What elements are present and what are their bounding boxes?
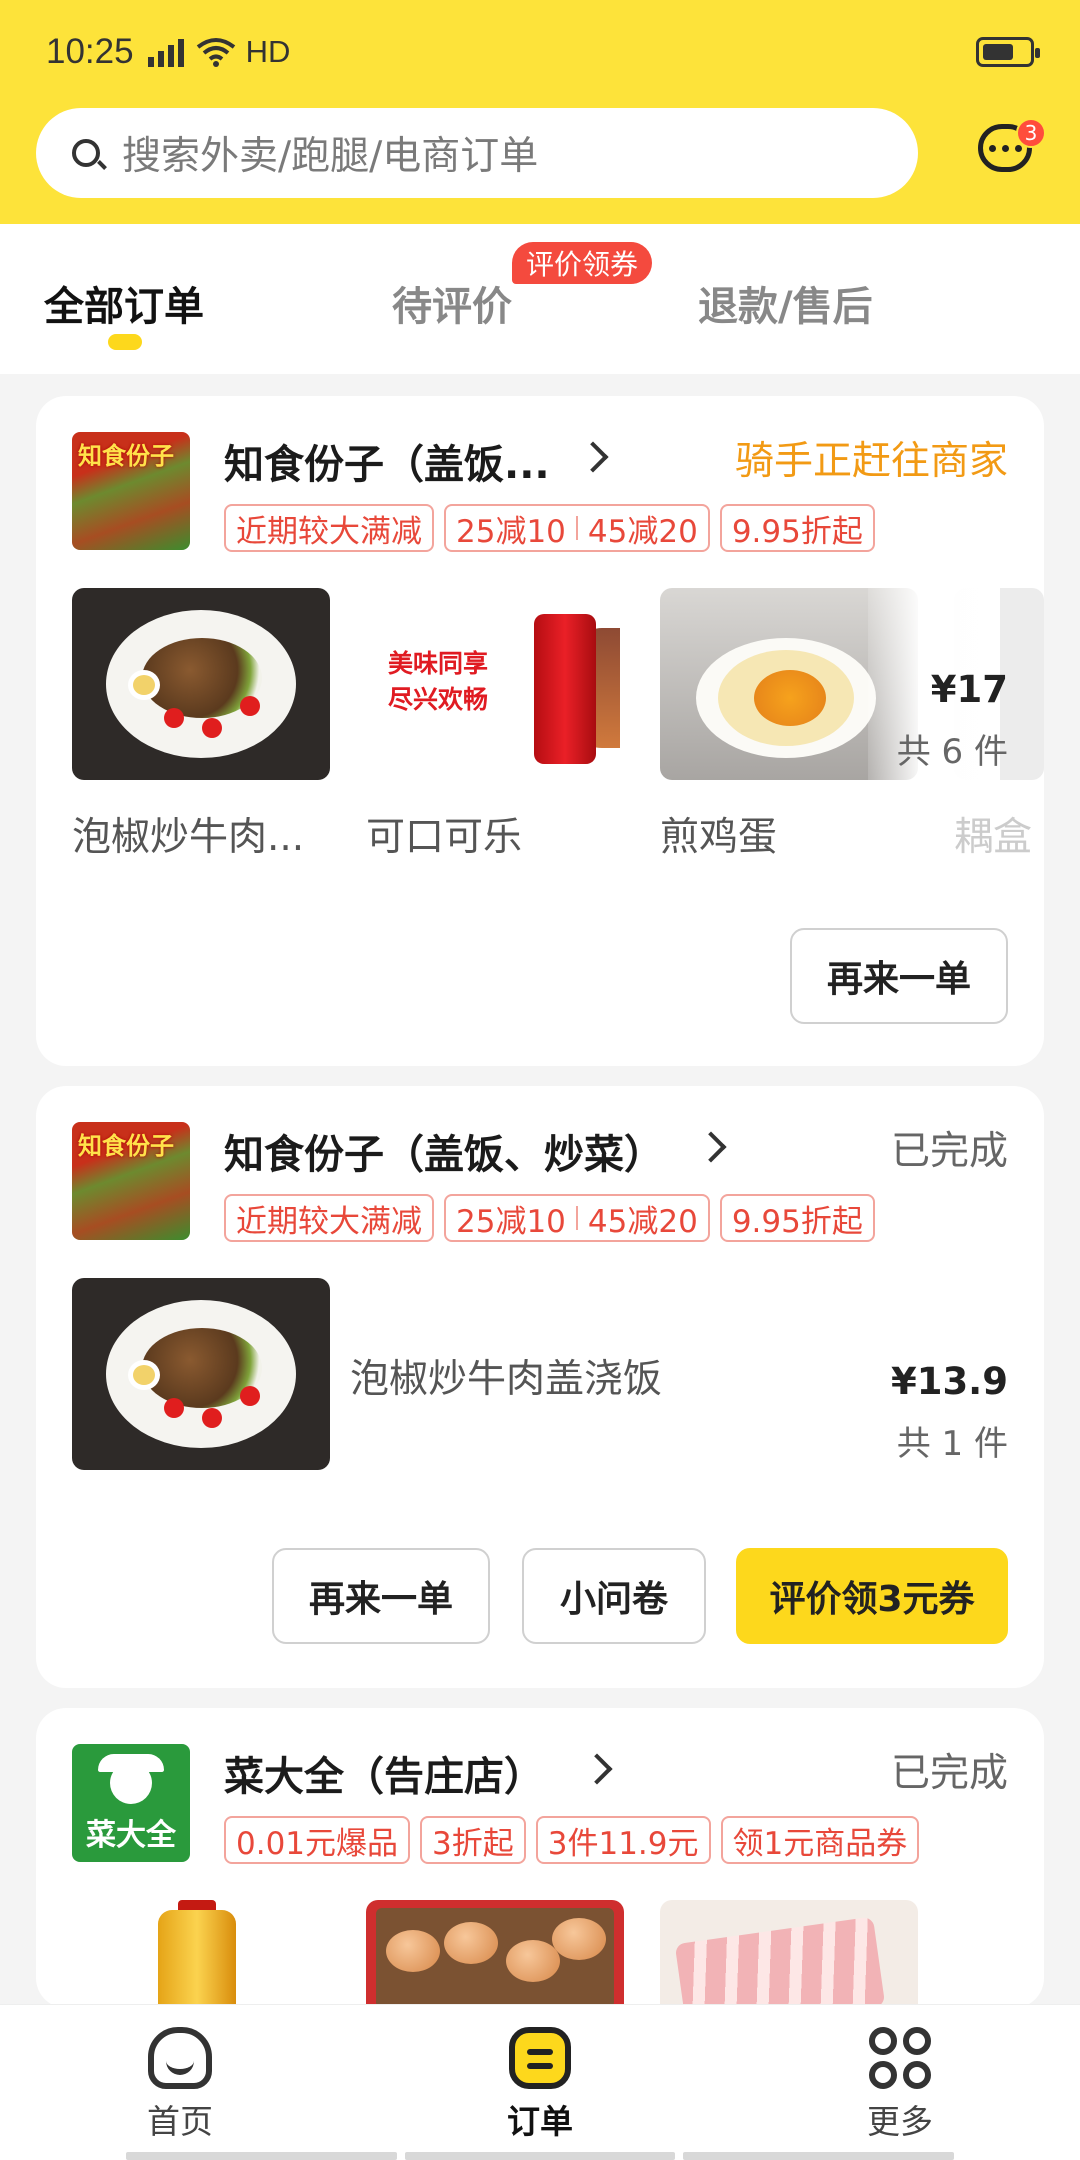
order-price: ¥13.9 <box>890 1360 1008 1403</box>
nav-orders[interactable]: 订单 <box>460 2027 620 2143</box>
chevron-right-icon <box>577 441 609 473</box>
order-status: 骑手正赶往商家 <box>734 439 1008 484</box>
item-image <box>72 1278 330 1470</box>
order-count: 共 6 件 <box>896 732 1008 772</box>
item-image <box>660 1900 918 2008</box>
promo-tag: 3件11.9元 <box>535 1816 711 1864</box>
shop-logo: 知食份子 <box>72 1122 190 1240</box>
item-name: 泡椒炒牛肉... <box>72 815 305 860</box>
cola-slogan-line: 尽兴欢畅 <box>388 685 489 714</box>
shop-logo: 菜大全 <box>72 1744 190 1862</box>
battery-icon <box>976 37 1040 67</box>
header: 10:25 HD 搜索外卖/跑腿/电商订单 3 <box>0 0 1080 224</box>
nav-label: 订单 <box>507 2102 573 2141</box>
order-price: ¥17 <box>930 668 1008 711</box>
order-status: 已完成 <box>890 1129 1008 1174</box>
cola-slogan-line: 美味同享 <box>388 649 489 678</box>
order-status: 已完成 <box>890 1751 1008 1796</box>
home-indicator <box>126 2152 955 2160</box>
item-image <box>72 588 330 780</box>
nav-home[interactable]: 首页 <box>100 2027 260 2143</box>
status-time: 10:25 <box>46 32 134 71</box>
logo-text: 知食份子 <box>78 1132 174 1160</box>
promo-tag: 近期较大满减 <box>224 1194 434 1242</box>
search-placeholder: 搜索外卖/跑腿/电商订单 <box>122 134 539 179</box>
chevron-right-icon <box>695 1131 727 1163</box>
order-count: 共 1 件 <box>896 1424 1008 1464</box>
item-image <box>72 1900 330 2008</box>
message-badge: 3 <box>1016 118 1046 148</box>
tab-all-orders[interactable]: 全部订单 <box>44 274 204 332</box>
item-image: 美味同享 尽兴欢畅 <box>366 588 624 780</box>
logo-text: 知食份子 <box>78 442 174 470</box>
promo-tag-part: 45减20 <box>587 513 698 550</box>
reorder-button[interactable]: 再来一单 <box>272 1548 490 1644</box>
promo-tag-part: 45减20 <box>587 1203 698 1240</box>
tab-refund[interactable]: 退款/售后 <box>698 274 873 332</box>
shop-name[interactable]: 菜大全（告庄店） <box>224 1744 544 1802</box>
promo-tag: 领1元商品券 <box>720 1816 920 1864</box>
promo-tag: 3折起 <box>420 1816 526 1864</box>
bottom-nav: 首页 订单 更多 <box>0 2004 1080 2160</box>
item-image <box>366 1900 624 2008</box>
shop-name[interactable]: 知食份子（盖饭... <box>224 432 550 490</box>
tab-to-review[interactable]: 待评价 <box>392 274 512 332</box>
tab-indicator <box>108 334 142 350</box>
item-name: 耦盒 <box>954 815 1033 860</box>
nav-label: 首页 <box>147 2102 213 2141</box>
reorder-button[interactable]: 再来一单 <box>790 928 1008 1024</box>
wifi-icon <box>196 38 235 67</box>
status-bar: 10:25 HD <box>0 0 1080 104</box>
review-coupon-pill: 评价领券 <box>512 242 653 284</box>
promo-tag-part: 25减10 <box>456 513 566 550</box>
nav-more[interactable]: 更多 <box>820 2027 980 2143</box>
order-card[interactable]: 知食份子 知食份子（盖饭、炒菜） 已完成 近期较大满减 25减10 45减20 9… <box>36 1086 1044 1688</box>
chevron-right-icon <box>581 1753 613 1785</box>
search-bar[interactable]: 搜索外卖/跑腿/电商订单 <box>36 108 918 198</box>
hd-indicator: HD <box>245 34 291 69</box>
search-icon <box>72 139 100 167</box>
grid-icon <box>869 2027 931 2089</box>
promo-tag: 近期较大满减 <box>224 504 434 552</box>
order-icon <box>509 2027 571 2089</box>
promo-tag-combo: 25减10 45减20 <box>444 1194 710 1242</box>
signal-icon <box>147 37 184 67</box>
order-card[interactable]: 菜大全 菜大全（告庄店） 已完成 0.01元爆品 3折起 3件11.9元 领1元… <box>36 1708 1044 2008</box>
promo-tag: 9.95折起 <box>719 504 875 552</box>
promo-tag-part: 25减10 <box>456 1203 566 1240</box>
nav-label: 更多 <box>867 2102 933 2141</box>
order-card[interactable]: 知食份子 知食份子（盖饭... 骑手正赶往商家 近期较大满减 25减10 45减2… <box>36 396 1044 1066</box>
logo-text: 菜大全 <box>86 1818 176 1853</box>
promo-tags: 近期较大满减 25减10 45减20 9.95折起 <box>224 504 875 552</box>
promo-tag: 0.01元爆品 <box>224 1816 411 1864</box>
review-coupon-button[interactable]: 评价领3元券 <box>736 1548 1008 1644</box>
item-name: 煎鸡蛋 <box>660 815 778 860</box>
item-name: 泡椒炒牛肉盖浇饭 <box>350 1357 663 1402</box>
promo-tags: 0.01元爆品 3折起 3件11.9元 领1元商品券 <box>224 1816 920 1864</box>
promo-tags: 近期较大满减 25减10 45减20 9.95折起 <box>224 1194 875 1242</box>
home-icon <box>148 2027 212 2089</box>
item-name: 可口可乐 <box>366 815 523 860</box>
promo-tag: 9.95折起 <box>719 1194 875 1242</box>
message-button[interactable]: 3 <box>978 118 1046 180</box>
shop-logo: 知食份子 <box>72 432 190 550</box>
shop-name[interactable]: 知食份子（盖饭、炒菜） <box>224 1122 664 1180</box>
order-tabs: 全部订单 待评价 评价领券 退款/售后 <box>0 224 1080 374</box>
promo-tag-combo: 25减10 45减20 <box>444 504 710 552</box>
survey-button[interactable]: 小问卷 <box>522 1548 706 1644</box>
